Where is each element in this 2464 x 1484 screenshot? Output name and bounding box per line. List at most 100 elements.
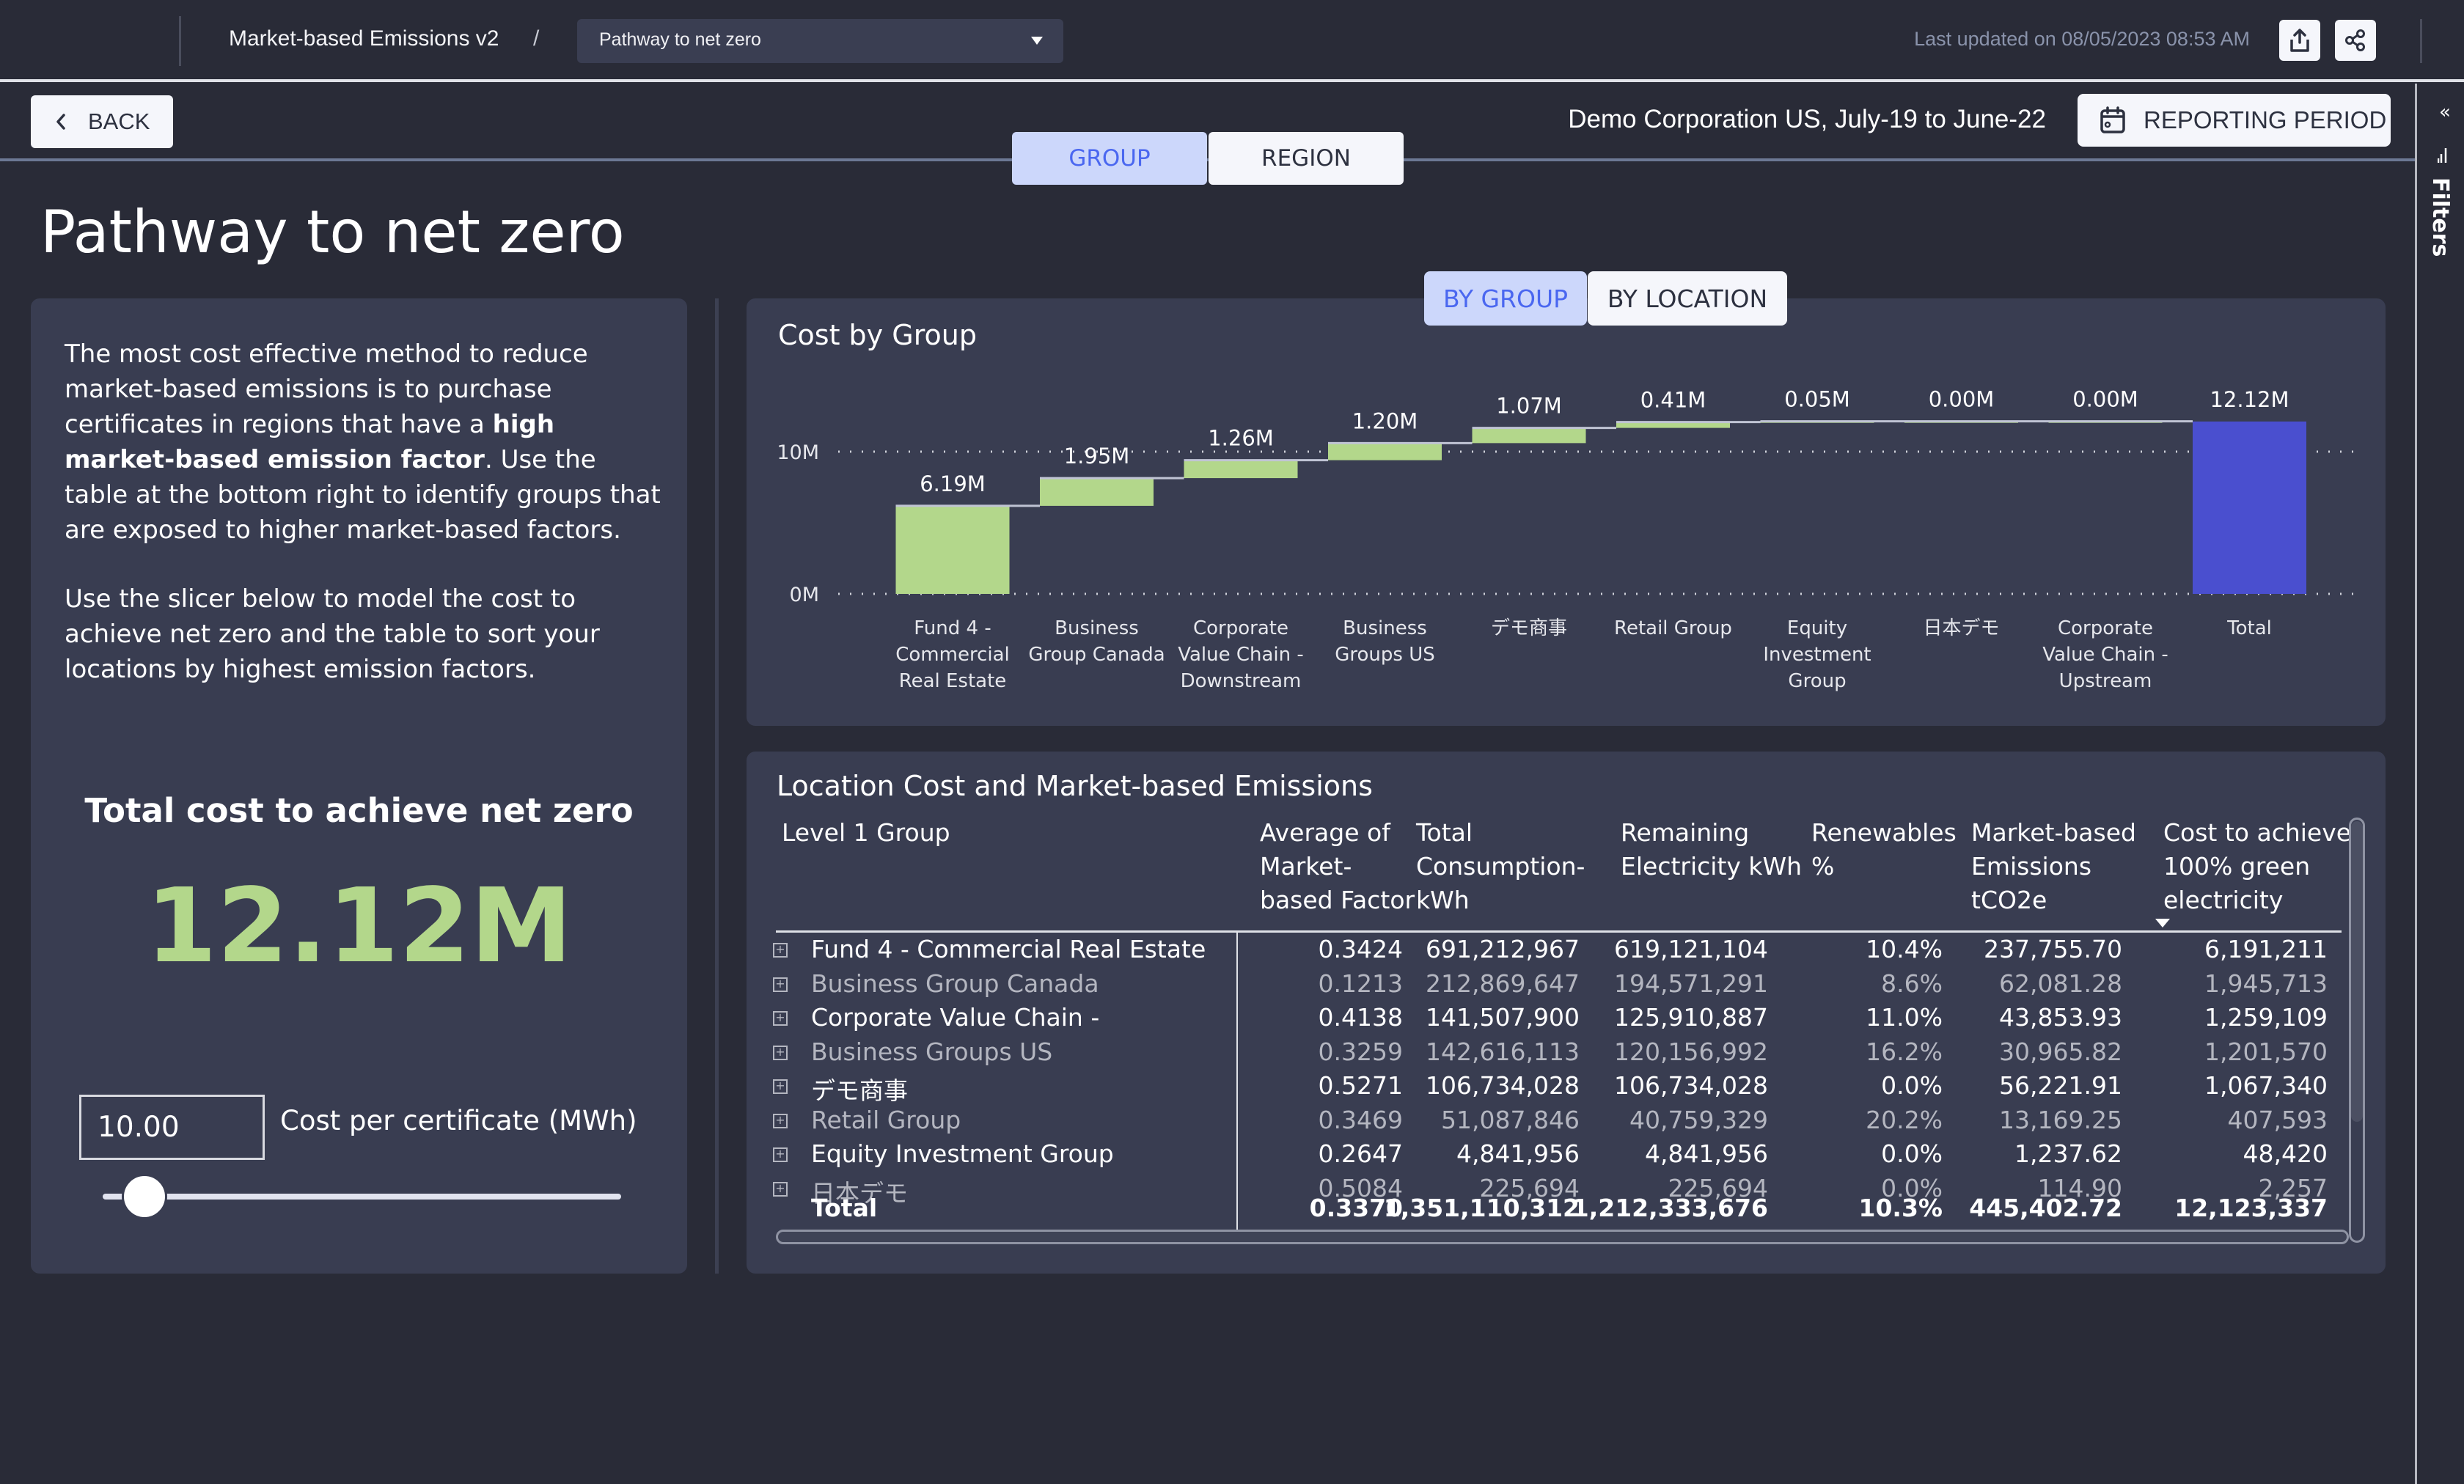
expand-row-icon[interactable]: + <box>773 1079 788 1094</box>
cell-remaining: 4,841,956 <box>1645 1139 1768 1168</box>
reporting-period-button[interactable]: REPORTING PERIOD <box>2078 94 2391 147</box>
table-row[interactable]: + Corporate Value Chain - 0.4138 141,507,90… <box>773 1003 2345 1037</box>
column-header-line: based Factor <box>1260 886 1415 914</box>
cell-renewables: 0.0% <box>1881 1071 1943 1100</box>
back-button[interactable]: BACK <box>31 95 173 148</box>
cost-per-certificate-input[interactable] <box>79 1095 265 1160</box>
column-header-line: Renewables <box>1811 818 1957 847</box>
increase-bar <box>1184 460 1298 479</box>
column-header[interactable]: Level 1 Group <box>782 816 950 850</box>
column-header[interactable]: Total Consumption-kWh <box>1416 816 1585 917</box>
cost-slider-thumb[interactable] <box>121 1174 167 1219</box>
intro-paragraph-2: Use the slicer below to model the cost t… <box>65 584 600 684</box>
table-row[interactable]: + Retail Group 0.3469 51,087,846 40,759,329 2… <box>773 1105 2345 1139</box>
cell-renewables: 10.3% <box>1858 1194 1943 1222</box>
column-header[interactable]: Market-based Emissions tCO2e <box>1971 816 2136 917</box>
column-header-line: Consumption- <box>1416 852 1585 881</box>
cell-emissions: 43,853.93 <box>1999 1003 2122 1032</box>
column-header[interactable]: Cost to achieve 100% green electricity <box>2163 816 2351 917</box>
cell-consumption: 212,869,647 <box>1426 969 1580 998</box>
toggle-by-location[interactable]: BY LOCATION <box>1588 271 1787 326</box>
category-label: Real Estate <box>899 670 1007 692</box>
increase-bar <box>1328 443 1442 460</box>
cell-remaining: 106,734,028 <box>1614 1071 1768 1100</box>
tab-region[interactable]: REGION <box>1209 132 1404 185</box>
location-cost-table: Location Cost and Market-based Emissions… <box>747 752 2386 1274</box>
tab-group[interactable]: GROUP <box>1012 132 1207 185</box>
cell-renewables: 20.2% <box>1866 1105 1943 1134</box>
frozen-column-divider <box>1236 932 1238 1244</box>
share-button[interactable] <box>2335 20 2376 61</box>
column-header[interactable]: Remaining Electricity kWh <box>1621 816 1802 884</box>
table-row[interactable]: + Business Group Canada 0.1213 212,869,647 1… <box>773 969 2345 1003</box>
cell-cost: 1,259,109 <box>2204 1003 2328 1032</box>
sort-descending-icon[interactable] <box>2155 919 2170 928</box>
cost-per-certificate-label: Cost per certificate (MWh) <box>280 1105 637 1136</box>
waterfall-chart: 0M 10M 6.19M Fund 4 - Commercial Real Estate 1… <box>777 387 2360 692</box>
vertical-scrollbar-thumb[interactable] <box>2351 821 2363 1122</box>
cell-cost: 12,123,337 <box>2174 1194 2328 1222</box>
toggle-by-group[interactable]: BY GROUP <box>1424 271 1587 326</box>
expand-row-icon[interactable]: + <box>773 1113 788 1128</box>
column-header-line: Remaining <box>1621 818 1750 847</box>
filters-label[interactable]: Filters <box>2427 177 2453 257</box>
page-selector-dropdown[interactable]: Pathway to net zero <box>577 19 1063 63</box>
export-icon <box>2290 29 2309 52</box>
cell-remaining: 40,759,329 <box>1629 1105 1768 1134</box>
filters-panel-collapsed[interactable]: « Filters <box>2415 84 2464 1484</box>
cell-group: Business Group Canada <box>811 969 1099 998</box>
app-title[interactable]: Market-based Emissions v2 <box>229 26 499 51</box>
cell-cost: 6,191,211 <box>2204 935 2328 963</box>
calendar-icon <box>2100 106 2125 133</box>
expand-row-icon[interactable]: + <box>773 977 788 992</box>
column-header[interactable]: Renewables% <box>1811 816 1957 884</box>
category-label: Group <box>1788 670 1846 692</box>
category-label: Upstream <box>2059 670 2152 692</box>
data-label: 1.95M <box>1064 444 1130 469</box>
cell-emissions: 1,237.62 <box>2014 1139 2122 1168</box>
category-label: Retail Group <box>1614 617 1732 639</box>
expand-row-icon[interactable]: + <box>773 1045 788 1060</box>
last-updated-text: Last updated on 08/05/2023 08:53 AM <box>1914 28 2250 50</box>
category-label: Equity <box>1787 617 1847 639</box>
category-label: Value Chain - <box>2042 644 2168 666</box>
expand-row-icon[interactable]: + <box>773 1147 788 1162</box>
kpi-value: 12.12M <box>145 867 573 986</box>
cell-renewables: 10.4% <box>1866 935 1943 963</box>
cell-group: Total <box>811 1194 878 1222</box>
cell-consumption: 1,351,110,312 <box>1383 1194 1580 1222</box>
header-divider <box>2420 19 2422 63</box>
column-header-line: Cost to achieve <box>2163 818 2352 847</box>
cell-factor: 0.1213 <box>1318 969 1403 998</box>
cell-group: Business Groups US <box>811 1037 1053 1066</box>
data-label: 1.26M <box>1208 426 1274 451</box>
table-row[interactable]: + Fund 4 - Commercial Real Estate 0.3424 69… <box>773 935 2345 969</box>
column-header-line: 100% green <box>2163 852 2311 881</box>
table-row[interactable]: + Business Groups US 0.3259 142,616,113 120,… <box>773 1037 2345 1071</box>
cell-emissions: 13,169.25 <box>1999 1105 2122 1134</box>
export-button[interactable] <box>2279 20 2320 61</box>
cell-cost: 1,067,340 <box>2204 1071 2328 1100</box>
category-label: Investment <box>1763 644 1871 666</box>
table-row[interactable]: + デモ商事 0.5271 106,734,028 106,734,028 0.0% 56,… <box>773 1071 2345 1105</box>
column-header-line: kWh <box>1416 886 1470 914</box>
total-row: Total 0.3370 1,351,110,312 1,212,333,676 10.… <box>776 1194 2345 1227</box>
expand-filters-icon[interactable]: « <box>2439 101 2451 123</box>
table-row[interactable]: + Equity Investment Group 0.2647 4,841,956 4… <box>773 1139 2345 1173</box>
cell-factor: 0.4138 <box>1318 1003 1403 1032</box>
column-header-line: Level 1 Group <box>782 818 950 847</box>
total-bar <box>2193 421 2306 594</box>
column-header[interactable]: Average of Market-based Factor <box>1260 816 1415 917</box>
cell-group: Retail Group <box>811 1105 961 1134</box>
panel-divider <box>715 298 719 1274</box>
category-label: Total <box>2226 617 2272 639</box>
expand-row-icon[interactable]: + <box>773 943 788 958</box>
expand-row-icon[interactable]: + <box>773 1011 788 1026</box>
cell-cost: 407,593 <box>2227 1105 2328 1134</box>
cost-slider-track[interactable] <box>103 1194 621 1200</box>
cell-factor: 0.3469 <box>1318 1105 1403 1134</box>
horizontal-scrollbar[interactable] <box>776 1230 2349 1244</box>
cell-emissions: 56,221.91 <box>1999 1071 2122 1100</box>
data-label: 6.19M <box>920 471 986 496</box>
cell-remaining: 125,910,887 <box>1614 1003 1768 1032</box>
